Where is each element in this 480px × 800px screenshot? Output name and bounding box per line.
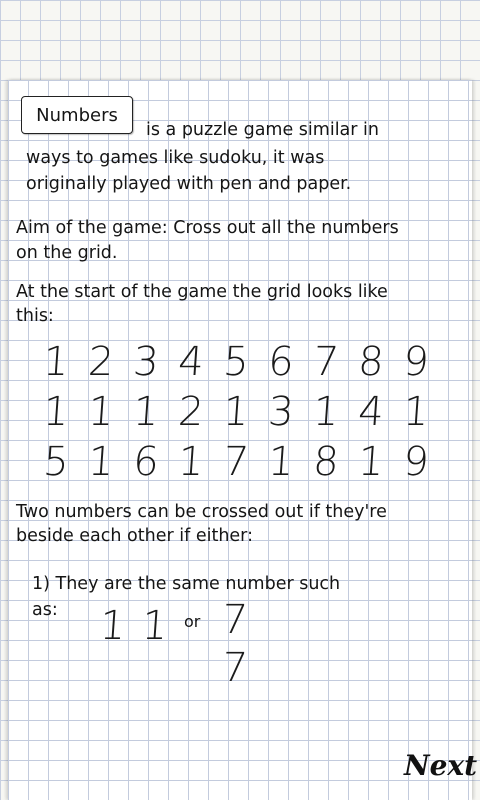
example-digit: 7 [220, 645, 250, 691]
grid-digit: 1 [176, 439, 206, 485]
grid-digit: 1 [311, 389, 341, 435]
example-or: or [184, 612, 201, 631]
next-button[interactable]: Next [404, 744, 477, 788]
grid-digit: 1 [41, 389, 71, 435]
grid-digit: 2 [176, 389, 206, 435]
grid-digit: 3 [266, 389, 296, 435]
grid-digit: 4 [356, 389, 386, 435]
rule-intro-line-1: Two numbers can be crossed out if they'r… [16, 502, 387, 522]
grid-digit: 1 [86, 439, 116, 485]
grid-digit: 1 [266, 439, 296, 485]
intro-line-3: originally played with pen and paper. [26, 174, 352, 194]
rule-intro-line-2: beside each other if either: [16, 526, 253, 546]
rule-1-line-1: 1) They are the same number such [32, 574, 341, 594]
grid-digit: 7 [221, 439, 251, 485]
grid-digit: 1 [86, 389, 116, 435]
grid-row-3: 5 1 6 1 7 1 8 1 9 [36, 438, 436, 486]
grid-digit: 1 [41, 339, 71, 385]
start-line-1: At the start of the game the grid looks … [16, 282, 388, 302]
grid-digit: 4 [176, 339, 206, 385]
grid-digit: 1 [356, 439, 386, 485]
example-digit: 7 [220, 597, 250, 643]
grid-row-1: 1 2 3 4 5 6 7 8 9 [36, 338, 436, 386]
grid-digit: 6 [131, 439, 161, 485]
grid-digit: 8 [311, 439, 341, 485]
grid-digit: 5 [221, 339, 251, 385]
grid-digit: 6 [266, 339, 296, 385]
grid-digit: 9 [401, 339, 431, 385]
intro-line-2: ways to games like sudoku, it was [26, 148, 325, 168]
intro-line-1: is a puzzle game similar in [146, 120, 379, 140]
start-line-2: this: [16, 306, 54, 326]
grid-digit: 7 [311, 339, 341, 385]
grid-digit: 1 [401, 389, 431, 435]
title-word: Numbers [36, 104, 118, 126]
aim-line-1: Aim of the game: Cross out all the numbe… [16, 218, 399, 238]
grid-digit: 1 [131, 389, 161, 435]
grid-digit: 5 [41, 439, 71, 485]
grid-digit: 9 [401, 439, 431, 485]
example-digit: 1 [98, 603, 128, 649]
rule-1-line-2: as: [32, 600, 58, 620]
aim-line-2: on the grid. [16, 243, 118, 263]
grid-digit: 2 [86, 339, 116, 385]
grid-row-2: 1 1 1 2 1 3 1 4 1 [36, 388, 436, 436]
example-digit: 1 [140, 603, 170, 649]
title-box: Numbers [21, 96, 133, 134]
grid-digit: 1 [221, 389, 251, 435]
grid-digit: 3 [131, 339, 161, 385]
grid-digit: 8 [356, 339, 386, 385]
